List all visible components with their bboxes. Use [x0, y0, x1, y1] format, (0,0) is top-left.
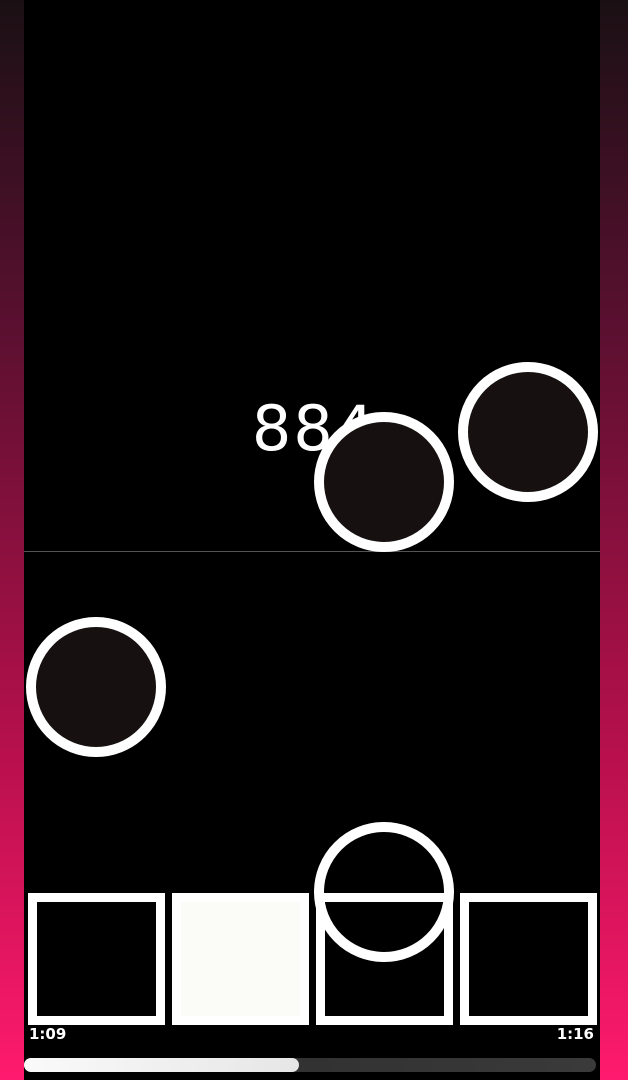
right-side-glow	[600, 0, 628, 1080]
left-side-glow	[0, 0, 24, 1080]
progress-fill	[24, 1058, 299, 1072]
hit-line-divider	[24, 551, 600, 552]
score-display: 884	[251, 392, 377, 465]
falling-note	[26, 617, 166, 757]
lane-button-2[interactable]	[172, 893, 309, 1025]
lane-button-4[interactable]	[460, 893, 597, 1025]
elapsed-time: 1:09	[29, 1025, 67, 1043]
progress-track	[24, 1058, 596, 1072]
lane-button-1[interactable]	[28, 893, 165, 1025]
falling-note	[314, 822, 454, 962]
falling-note	[314, 412, 454, 552]
total-time: 1:16	[556, 1025, 594, 1043]
